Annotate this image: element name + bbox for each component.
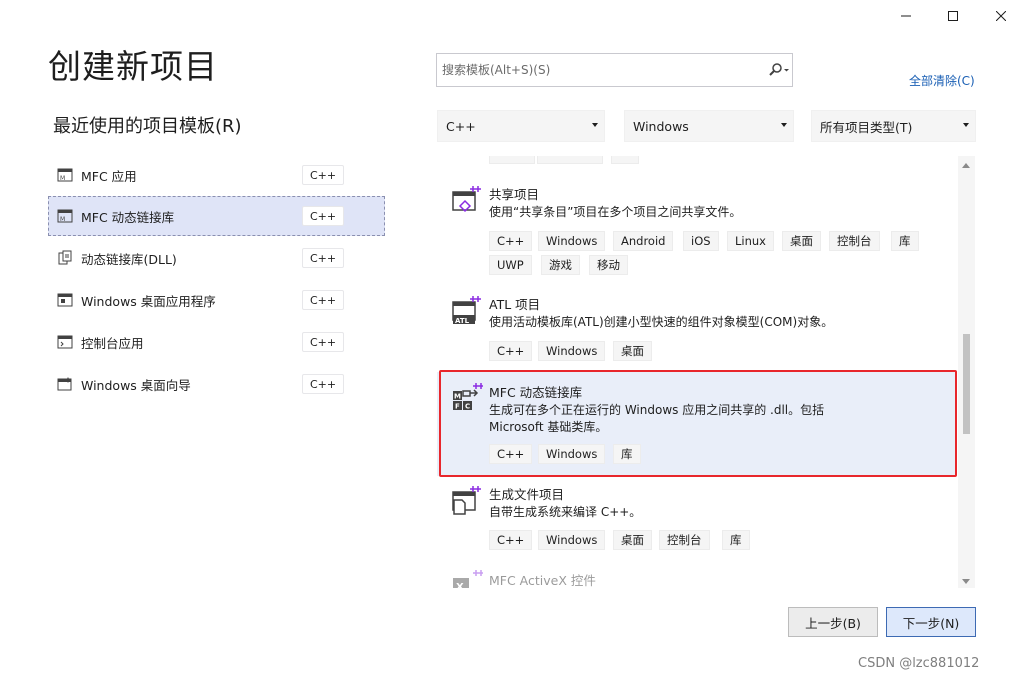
minimize-icon bbox=[901, 15, 911, 17]
template-name: 共享项目 bbox=[489, 187, 540, 202]
tag: Windows bbox=[538, 231, 606, 251]
template-description: 使用活动模板库(ATL)创建小型快速的组件对象模型(COM)对象。 bbox=[489, 315, 834, 329]
language-badge: C++ bbox=[302, 374, 344, 394]
tag: C++ bbox=[489, 341, 533, 361]
template-name: ATL 项目 bbox=[489, 297, 541, 312]
dll-icon bbox=[57, 250, 73, 266]
recent-item-dll[interactable]: 动态链接库(DLL) C++ bbox=[48, 238, 385, 278]
next-button[interactable]: 下一步(N) bbox=[886, 607, 976, 637]
scroll-thumb[interactable] bbox=[963, 334, 970, 434]
tag bbox=[489, 156, 535, 164]
clear-all-link[interactable]: 全部清除(C) bbox=[909, 72, 975, 89]
language-badge: C++ bbox=[302, 206, 344, 226]
mfc-dll-icon: M bbox=[57, 208, 73, 224]
selection-highlight bbox=[439, 370, 957, 477]
close-icon bbox=[996, 11, 1006, 21]
template-description: 使用“共享条目”项目在多个项目之间共享文件。 bbox=[489, 205, 742, 219]
template-item-makefile-project[interactable]: 生成文件项目 自带生成系统来编译 C++。 C++ Windows 桌面 控制台… bbox=[437, 478, 957, 558]
console-app-icon bbox=[57, 334, 73, 350]
tag bbox=[537, 156, 603, 164]
svg-text:M: M bbox=[60, 175, 65, 182]
template-list-scrollbar[interactable] bbox=[958, 156, 975, 588]
recent-item-mfc-app[interactable]: M MFC 应用 C++ bbox=[48, 155, 385, 195]
template-item-shared-project[interactable]: 共享项目 使用“共享条目”项目在多个项目之间共享文件。 C++ Windows … bbox=[437, 178, 957, 278]
tag: C++ bbox=[489, 231, 533, 251]
recent-item-console-app[interactable]: 控制台应用 C++ bbox=[48, 322, 385, 362]
template-item-partial bbox=[437, 156, 957, 168]
tag: 桌面 bbox=[782, 231, 821, 251]
template-item-atl-project[interactable]: ATL ATL 项目 使用活动模板库(ATL)创建小型快速的组件对象模型(COM… bbox=[437, 288, 957, 366]
desktop-wizard-icon bbox=[57, 376, 73, 392]
template-name: MFC ActiveX 控件 bbox=[489, 573, 596, 588]
project-type-filter-value: 所有项目类型(T) bbox=[820, 119, 913, 135]
tag: 库 bbox=[891, 231, 919, 251]
desktop-app-icon bbox=[57, 292, 73, 308]
chevron-down-icon bbox=[592, 123, 598, 127]
tag: 移动 bbox=[589, 255, 628, 275]
template-description: 自带生成系统来编译 C++。 bbox=[489, 505, 642, 519]
search-input[interactable] bbox=[442, 54, 766, 86]
tag: UWP bbox=[489, 255, 532, 275]
platform-filter-dropdown[interactable]: Windows bbox=[624, 110, 794, 142]
svg-text:M: M bbox=[60, 216, 65, 223]
maximize-icon bbox=[948, 11, 958, 21]
svg-text:ATL: ATL bbox=[455, 317, 470, 325]
page-title: 创建新项目 bbox=[48, 47, 218, 86]
mfc-app-icon: M bbox=[57, 167, 73, 183]
makefile-project-icon bbox=[451, 484, 483, 516]
watermark: CSDN @lzc881012 bbox=[858, 656, 980, 671]
language-badge: C++ bbox=[302, 290, 344, 310]
atl-project-icon: ATL bbox=[451, 294, 483, 326]
tag: 控制台 bbox=[829, 231, 880, 251]
tag: 控制台 bbox=[659, 530, 710, 550]
platform-filter-value: Windows bbox=[633, 118, 689, 134]
close-button[interactable] bbox=[978, 0, 1024, 32]
tag bbox=[611, 156, 639, 164]
tag: 游戏 bbox=[541, 255, 580, 275]
recent-item-desktop-wizard[interactable]: Windows 桌面向导 C++ bbox=[48, 364, 385, 404]
search-icon[interactable] bbox=[766, 55, 792, 85]
language-badge: C++ bbox=[302, 248, 344, 268]
tag: 桌面 bbox=[613, 341, 652, 361]
language-badge: C++ bbox=[302, 332, 344, 352]
language-badge: C++ bbox=[302, 165, 344, 185]
tag: Windows bbox=[538, 530, 606, 550]
recent-item-mfc-dll[interactable]: M MFC 动态链接库 C++ bbox=[48, 196, 385, 236]
tag: 桌面 bbox=[613, 530, 652, 550]
maximize-button[interactable] bbox=[930, 0, 976, 32]
language-filter-value: C++ bbox=[446, 118, 476, 134]
recent-templates-heading: 最近使用的项目模板(R) bbox=[53, 116, 242, 137]
template-item-mfc-activex[interactable]: X MFC ActiveX 控件 bbox=[437, 564, 957, 588]
recent-item-desktop-app[interactable]: Windows 桌面应用程序 C++ bbox=[48, 280, 385, 320]
mfc-activex-icon: X bbox=[451, 568, 484, 588]
tag: Windows bbox=[538, 341, 606, 361]
project-type-filter-dropdown[interactable]: 所有项目类型(T) bbox=[811, 110, 976, 142]
language-filter-dropdown[interactable]: C++ bbox=[437, 110, 605, 142]
tag: C++ bbox=[489, 530, 533, 550]
template-name: 生成文件项目 bbox=[489, 487, 565, 502]
shared-project-icon bbox=[451, 184, 483, 216]
tag: iOS bbox=[683, 231, 719, 251]
scroll-down-arrow-icon[interactable] bbox=[962, 579, 970, 584]
tag: 库 bbox=[722, 530, 750, 550]
svg-text:X: X bbox=[456, 582, 464, 588]
tag: Android bbox=[613, 231, 674, 251]
search-box[interactable] bbox=[436, 53, 793, 87]
back-button[interactable]: 上一步(B) bbox=[788, 607, 878, 637]
scroll-up-arrow-icon[interactable] bbox=[962, 163, 970, 168]
chevron-down-icon bbox=[963, 123, 969, 127]
tag: Linux bbox=[727, 231, 774, 251]
chevron-down-icon bbox=[781, 123, 787, 127]
minimize-button[interactable] bbox=[883, 0, 929, 32]
